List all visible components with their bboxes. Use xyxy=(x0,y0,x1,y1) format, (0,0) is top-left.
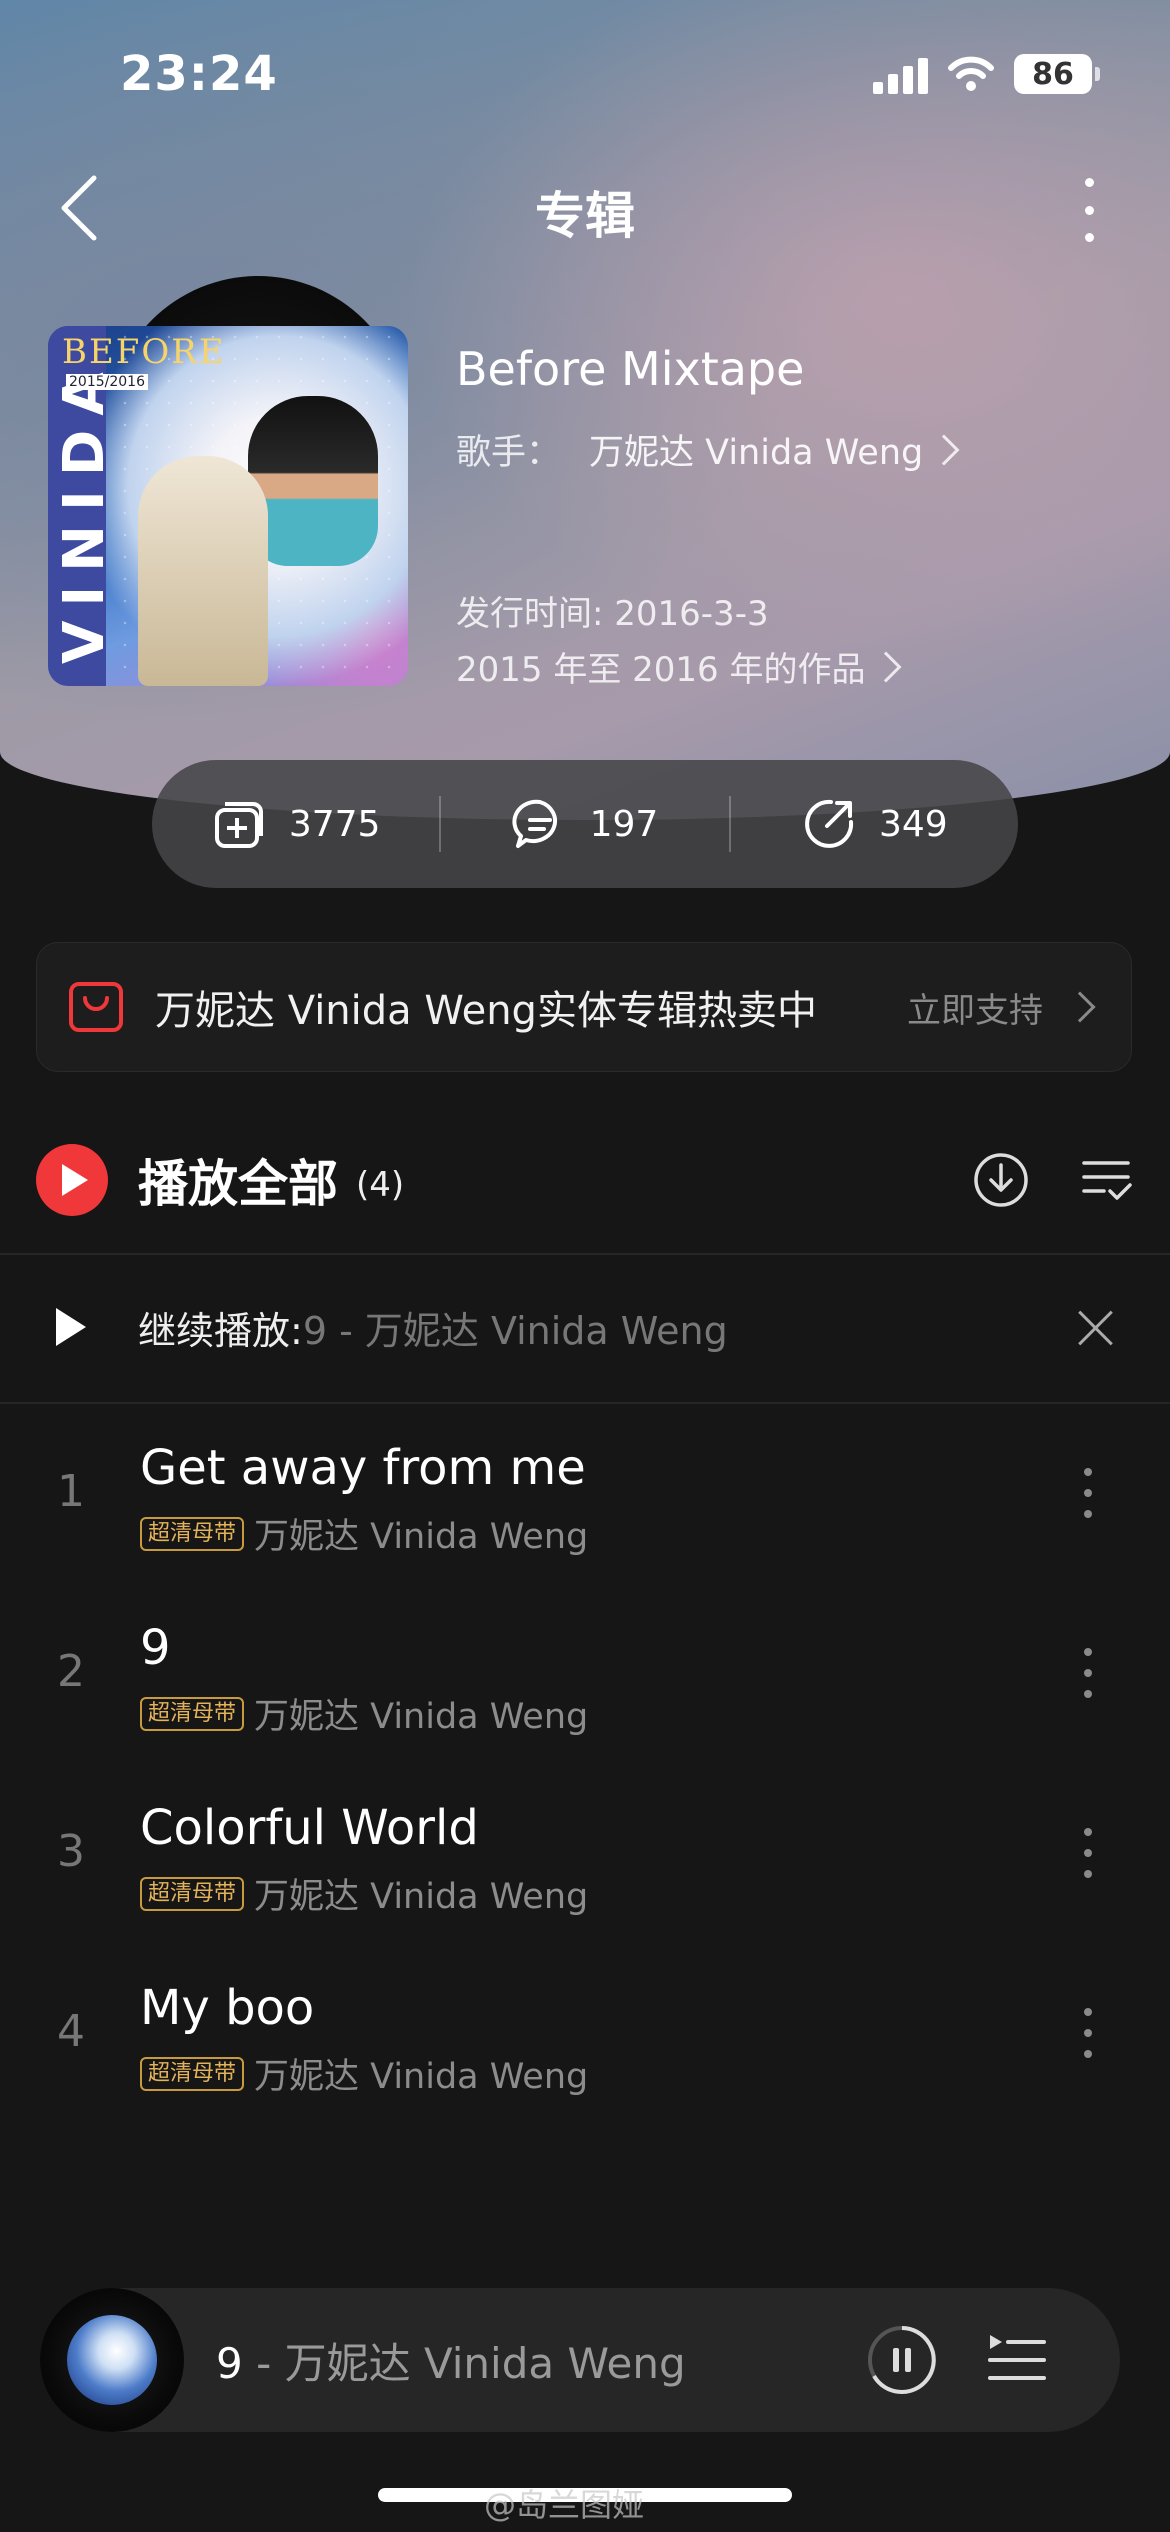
quality-badge: 超清母带 xyxy=(140,1876,245,1911)
close-icon[interactable] xyxy=(1076,1307,1116,1347)
share-button[interactable]: 349 xyxy=(731,760,1018,888)
song-title: Get away from me xyxy=(140,1440,586,1496)
comment-button[interactable]: 197 xyxy=(441,760,728,888)
song-title: Colorful World xyxy=(140,1800,479,1856)
song-row[interactable]: 4 My boo 超清母带 万妮达 Vinida Weng xyxy=(0,1940,1170,2120)
song-number: 1 xyxy=(57,1466,85,1517)
song-artist: 万妮达 Vinida Weng xyxy=(254,2057,589,2097)
quality-badge: 超清母带 xyxy=(140,2056,245,2091)
quality-badge: 超清母带 xyxy=(140,1696,245,1731)
collect-count: 3775 xyxy=(288,803,381,845)
album-cover[interactable]: VINIDA BEFORE 2015/2016 xyxy=(48,326,408,686)
mini-player-title: 9 - 万妮达 Vinida Weng xyxy=(216,2338,686,2388)
song-row[interactable]: 1 Get away from me 超清母带 万妮达 Vinida Weng xyxy=(0,1400,1170,1580)
shop-bag-icon xyxy=(69,982,123,1032)
song-title: My boo xyxy=(140,1980,315,2036)
song-number: 3 xyxy=(57,1826,85,1877)
play-all-row: 播放全部 (4) xyxy=(36,1140,1136,1220)
song-artist: 万妮达 Vinida Weng xyxy=(254,1697,589,1737)
collect-icon xyxy=(214,802,263,848)
more-icon[interactable] xyxy=(1064,170,1114,250)
multi-select-icon[interactable] xyxy=(1078,1151,1136,1209)
album-period: 2015 年至 2016 年的作品 xyxy=(456,650,866,690)
song-more-icon[interactable] xyxy=(1082,1828,1094,1878)
continue-playing-row[interactable]: 继续播放: 9 - 万妮达 Vinida Weng xyxy=(56,1292,1116,1362)
song-more-icon[interactable] xyxy=(1082,1468,1094,1518)
song-artist: 万妮达 Vinida Weng xyxy=(254,1877,589,1917)
share-icon xyxy=(805,799,853,848)
divider xyxy=(0,1253,1170,1255)
artist-link[interactable]: 歌手： 万妮达 Vinida Weng xyxy=(456,424,960,475)
album-page: 23:24 86 专辑 VINIDA BEFORE 2015/2016 Befo… xyxy=(0,0,1170,2532)
album-period-link[interactable]: 2015 年至 2016 年的作品 xyxy=(456,642,903,691)
song-more-icon[interactable] xyxy=(1082,2008,1094,2058)
chevron-right-icon xyxy=(870,650,903,683)
promo-text: 万妮达 Vinida Weng实体专辑热卖中 xyxy=(155,988,817,1034)
promo-action-label: 立即支持 xyxy=(907,990,1043,1031)
artist-name: 万妮达 Vinida Weng xyxy=(589,433,924,473)
pause-icon[interactable] xyxy=(866,2324,938,2396)
song-count: (4) xyxy=(356,1165,405,1205)
quality-badge: 超清母带 xyxy=(140,1516,245,1551)
song-title: 9 xyxy=(140,1620,171,1676)
queue-icon[interactable] xyxy=(984,2327,1050,2393)
download-icon[interactable] xyxy=(972,1151,1030,1209)
page-title: 专辑 xyxy=(535,187,635,245)
status-icons: 86 xyxy=(873,54,1100,94)
chevron-right-icon xyxy=(1064,991,1096,1023)
album-promo-banner[interactable]: 万妮达 Vinida Weng实体专辑热卖中 立即支持 xyxy=(36,942,1132,1072)
song-artist: 万妮达 Vinida Weng xyxy=(254,1517,589,1557)
chevron-right-icon xyxy=(928,433,960,466)
mini-player[interactable]: 9 - 万妮达 Vinida Weng xyxy=(40,2288,1120,2432)
artist-label: 歌手： xyxy=(456,433,562,473)
wifi-icon xyxy=(948,56,994,91)
song-number: 2 xyxy=(57,1646,85,1697)
signal-icon xyxy=(873,54,928,94)
comment-icon xyxy=(512,799,557,848)
stats-bar: 3775 197 349 xyxy=(152,760,1018,888)
watermark: @岛兰图娅 xyxy=(484,2486,645,2524)
continue-track: 9 - 万妮达 Vinida Weng xyxy=(302,1308,728,1353)
promo-support-link[interactable]: 立即支持 xyxy=(907,983,1101,1032)
song-row[interactable]: 3 Colorful World 超清母带 万妮达 Vinida Weng xyxy=(0,1760,1170,1940)
play-all-button[interactable] xyxy=(36,1144,108,1216)
collect-button[interactable]: 3775 xyxy=(152,760,439,888)
play-icon[interactable] xyxy=(56,1308,86,1346)
comment-count: 197 xyxy=(589,803,659,845)
cover-year: 2015/2016 xyxy=(66,374,148,390)
status-time: 23:24 xyxy=(120,46,278,102)
share-count: 349 xyxy=(878,803,948,845)
cover-title: BEFORE xyxy=(62,332,226,372)
cover-vertical-text: VINIDA xyxy=(52,358,117,664)
continue-label: 继续播放: xyxy=(138,1308,303,1353)
song-number: 4 xyxy=(57,2006,85,2057)
play-all-label[interactable]: 播放全部 xyxy=(138,1144,338,1216)
song-more-icon[interactable] xyxy=(1082,1648,1094,1698)
song-list: 1 Get away from me 超清母带 万妮达 Vinida Weng … xyxy=(0,1400,1170,2120)
mini-player-cover xyxy=(67,2315,157,2405)
mini-player-disc[interactable] xyxy=(40,2288,184,2432)
song-row[interactable]: 2 9 超清母带 万妮达 Vinida Weng xyxy=(0,1580,1170,1760)
release-date: 发行时间: 2016-3-3 xyxy=(456,594,769,634)
album-name: Before Mixtape xyxy=(456,342,805,396)
battery-indicator: 86 xyxy=(1014,54,1100,94)
